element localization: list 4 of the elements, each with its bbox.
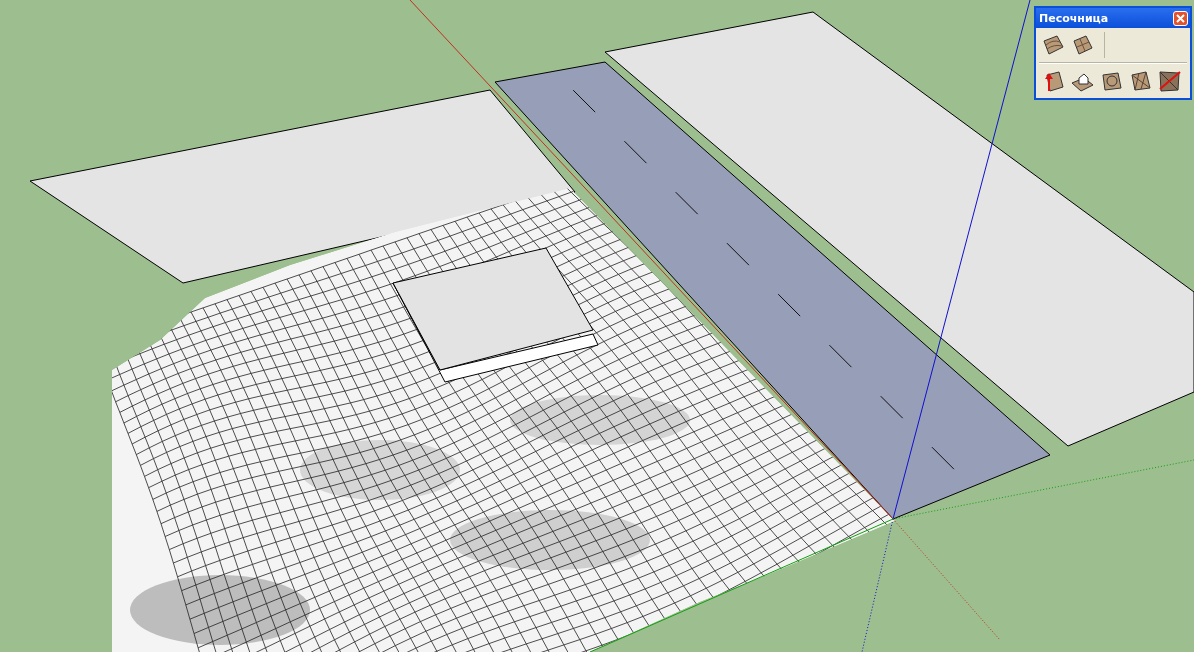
- close-button[interactable]: [1173, 10, 1188, 26]
- modeling-viewport[interactable]: Песочница: [0, 0, 1194, 652]
- close-icon: [1176, 13, 1185, 23]
- toolbar-title: Песочница: [1039, 11, 1109, 25]
